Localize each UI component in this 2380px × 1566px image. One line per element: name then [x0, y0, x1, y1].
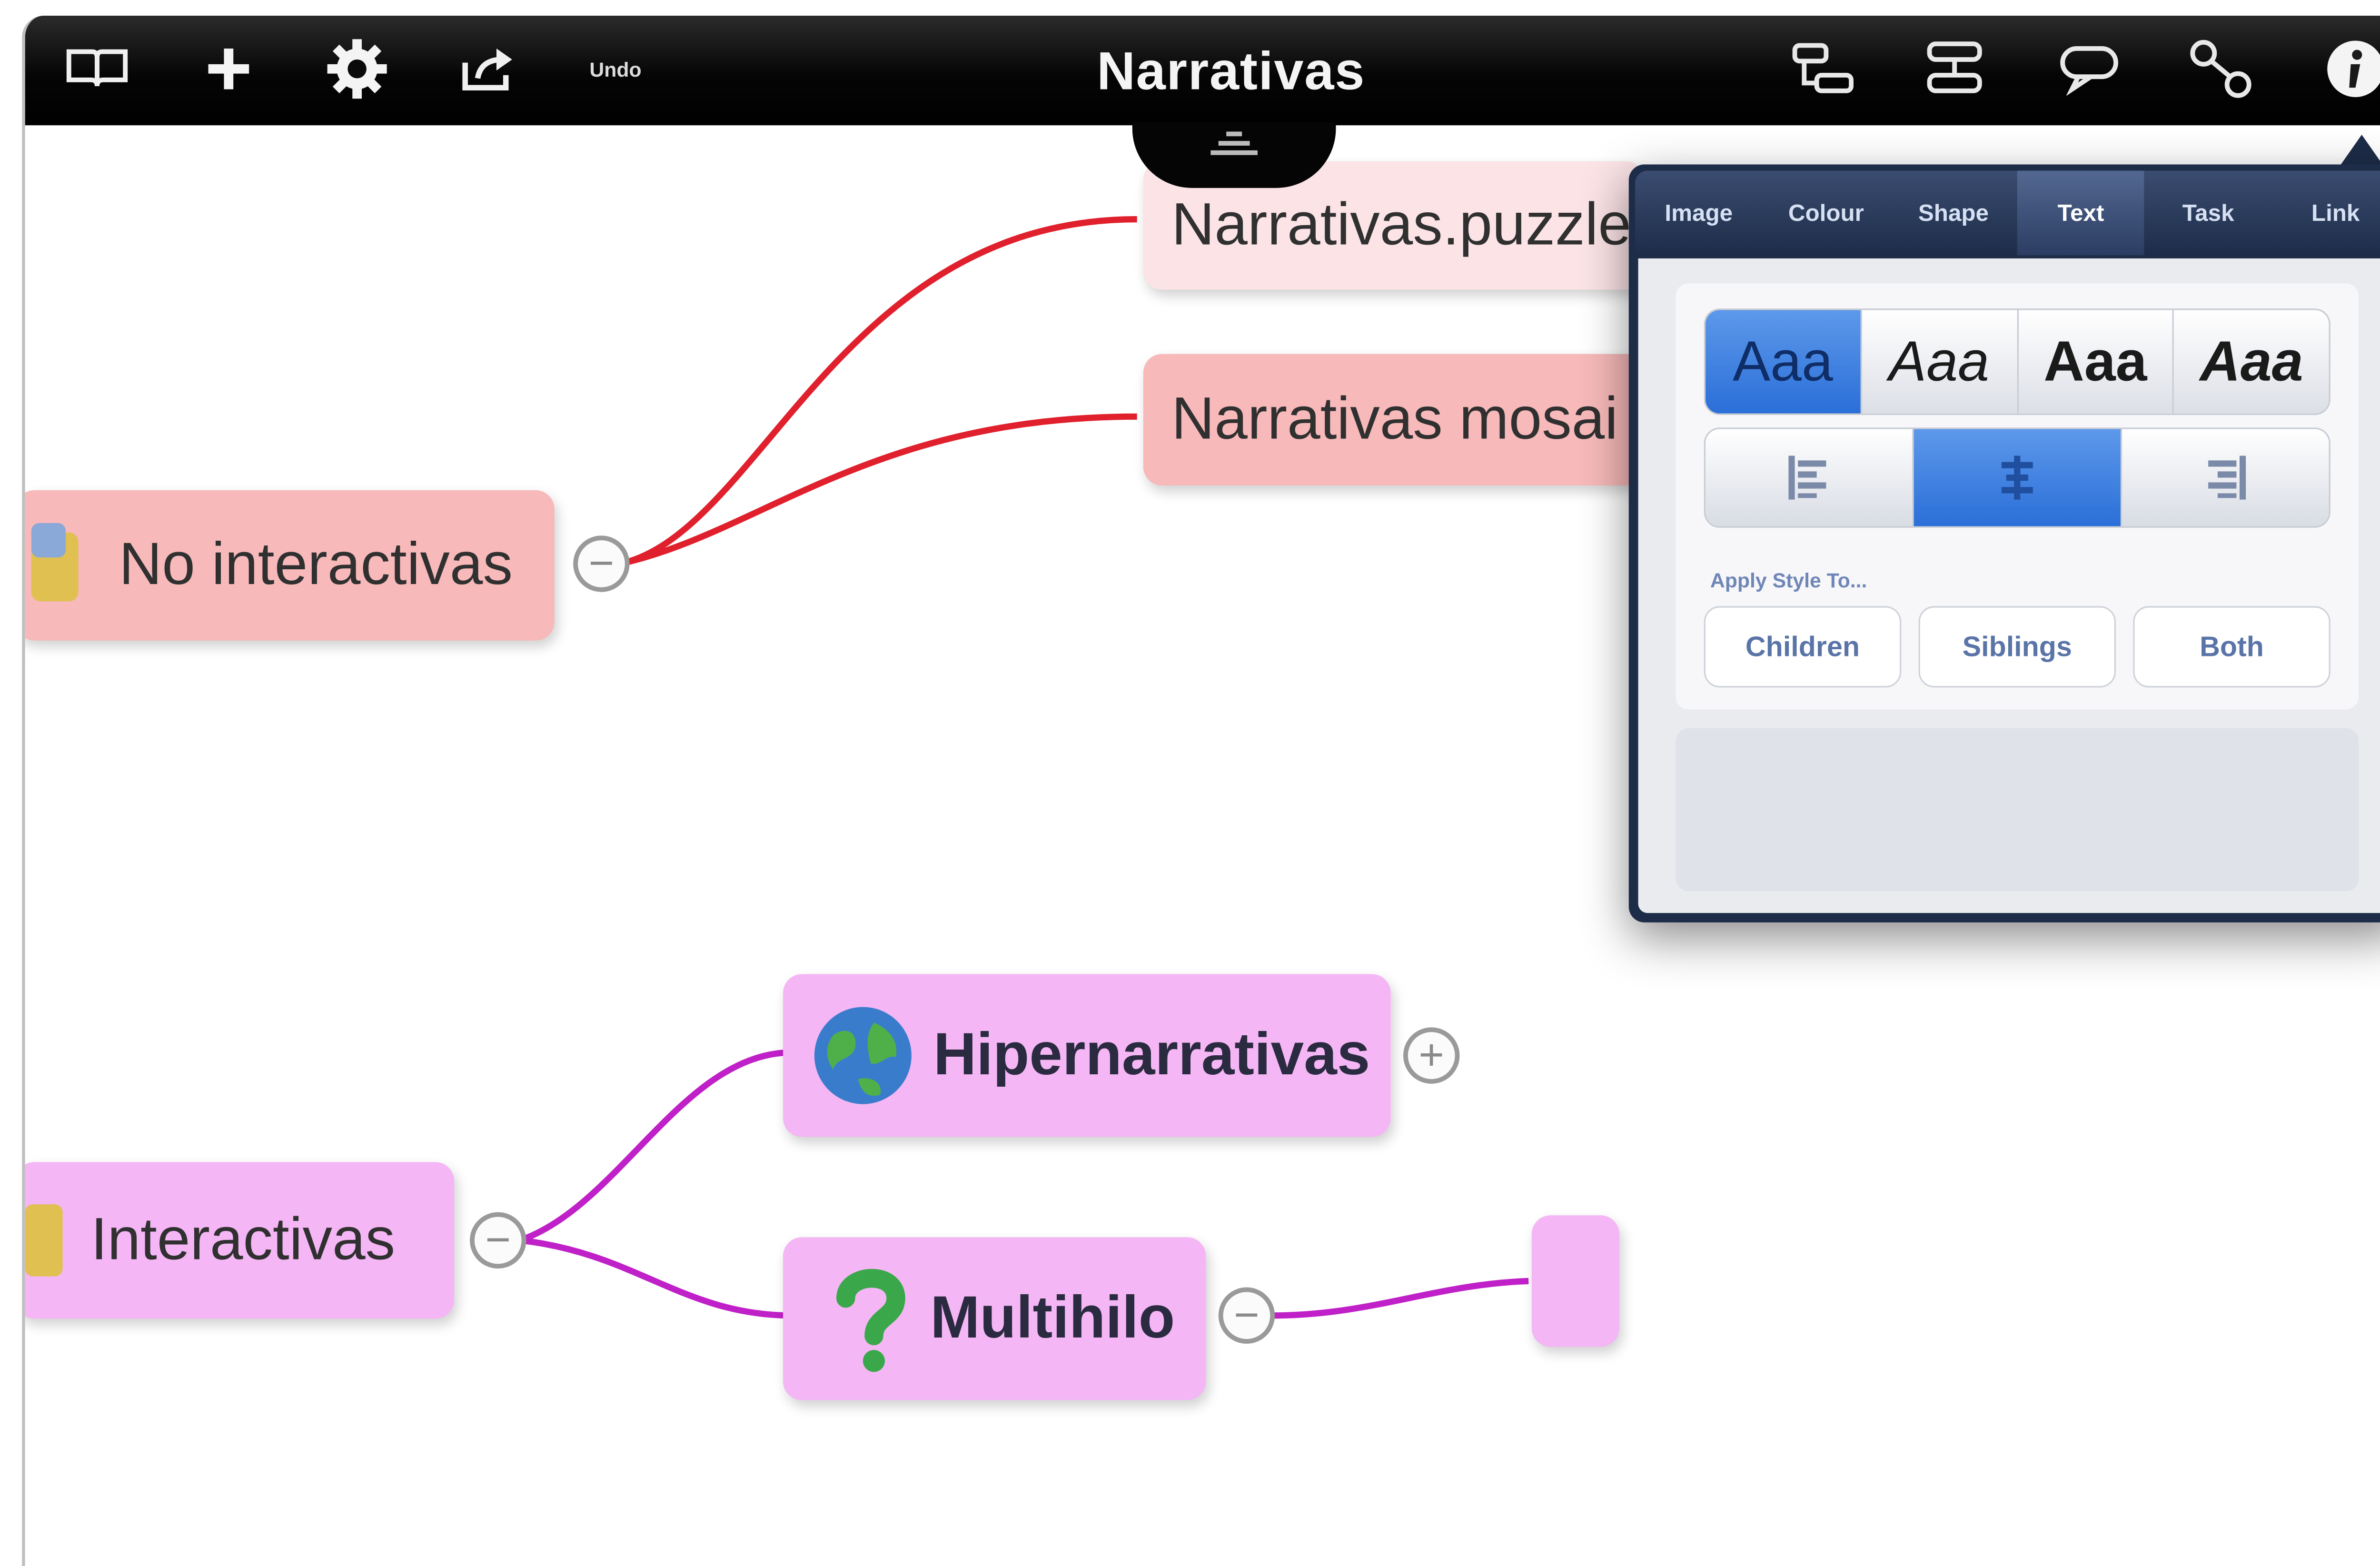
align-right-button[interactable]	[2122, 429, 2329, 526]
inspector-empty-area	[1676, 728, 2359, 892]
node-label: Narrativas mosai	[1171, 386, 1618, 452]
font-style-bold[interactable]: Aaa	[2018, 310, 2174, 414]
link-icon	[2190, 40, 2251, 98]
info-icon	[2327, 40, 2380, 97]
node-label: Multihilo	[930, 1285, 1175, 1351]
node-label: Narrativas.puzzle	[1171, 192, 1631, 258]
tab-shape[interactable]: Shape	[1890, 171, 2017, 256]
expand-toggle[interactable]: +	[1403, 1027, 1460, 1084]
node-no-interactivas[interactable]: No interactivas	[25, 490, 555, 641]
text-style-card: Aaa Aaa Aaa Aaa Apply Style To... Childr…	[1676, 283, 2359, 710]
collapse-toggle[interactable]: −	[1218, 1287, 1275, 1344]
node-label: No interactivas	[119, 532, 513, 598]
tab-text[interactable]: Text	[2017, 170, 2145, 256]
node-multihilo[interactable]: Multihilo	[783, 1237, 1206, 1400]
font-style-italic[interactable]: Aaa	[1862, 310, 2018, 414]
collapse-toggle[interactable]: −	[573, 535, 630, 592]
align-left-icon	[1788, 456, 1826, 500]
font-style-selector: Aaa Aaa Aaa Aaa	[1704, 308, 2330, 415]
align-left-button[interactable]	[1706, 429, 1914, 526]
collapse-toggle[interactable]: −	[470, 1212, 526, 1269]
apply-both-button[interactable]: Both	[2133, 606, 2330, 688]
tab-task[interactable]: Task	[2144, 171, 2272, 256]
folder-icon	[31, 523, 85, 608]
node-empty[interactable]	[1531, 1215, 1620, 1347]
comment-button[interactable]	[2049, 38, 2130, 100]
inspector-tabs: Image Colour Shape Text Task Link	[1635, 170, 2380, 256]
link-mosaic	[619, 413, 1137, 567]
alignment-selector	[1704, 427, 2330, 528]
link-empty-node	[1271, 1278, 1529, 1319]
tab-image[interactable]: Image	[1635, 171, 1763, 256]
question-icon	[830, 1264, 912, 1373]
node-narrativas-mosaic[interactable]: Narrativas mosai	[1143, 354, 1645, 486]
node-interactivas[interactable]: Interactivas	[25, 1162, 455, 1319]
align-center-icon	[2001, 456, 2033, 500]
tab-colour[interactable]: Colour	[1763, 171, 1890, 256]
folder-icon	[25, 1204, 66, 1277]
document-title: Narrativas	[1097, 42, 1365, 102]
comment-icon	[2060, 46, 2118, 96]
device-screen: No interactivas − Narrativas.puzzle Narr…	[22, 15, 2380, 1566]
globe-icon	[811, 1004, 914, 1107]
popover-arrow	[2340, 134, 2380, 166]
link-button[interactable]	[2180, 38, 2261, 100]
font-style-regular[interactable]: Aaa	[1706, 310, 1862, 414]
apply-siblings-button[interactable]: Siblings	[1918, 606, 2116, 688]
align-right-icon	[2208, 456, 2246, 500]
tab-link[interactable]: Link	[2272, 171, 2380, 256]
list-layout-button[interactable]	[1914, 38, 1995, 100]
tree-layout-button[interactable]	[1782, 38, 1864, 100]
link-hipernarrativas	[519, 1049, 793, 1244]
toolbar-notch	[1132, 122, 1336, 188]
collapse-handle-icon[interactable]	[1210, 131, 1258, 157]
apply-style-label: Apply Style To...	[1710, 568, 1867, 592]
inspector-popover: Image Colour Shape Text Task Link Aaa Aa…	[1628, 164, 2380, 922]
info-button[interactable]	[2315, 38, 2380, 100]
inspector-body: Aaa Aaa Aaa Aaa Apply Style To... Childr…	[1638, 258, 2380, 913]
node-hipernarrativas[interactable]: Hipernarrativas	[783, 974, 1391, 1137]
node-label: Hipernarrativas	[933, 1021, 1370, 1088]
link-puzzle	[619, 216, 1137, 567]
link-multihilo	[519, 1237, 793, 1319]
font-style-bold-italic[interactable]: Aaa	[2174, 310, 2329, 414]
apply-children-button[interactable]: Children	[1704, 606, 1902, 688]
top-toolbar: Undo Narrativas	[25, 15, 2380, 126]
tree-layout-icon	[1792, 43, 1854, 93]
align-center-button[interactable]	[1914, 429, 2122, 526]
list-layout-icon	[1927, 41, 1982, 93]
node-label: Interactivas	[90, 1207, 396, 1273]
